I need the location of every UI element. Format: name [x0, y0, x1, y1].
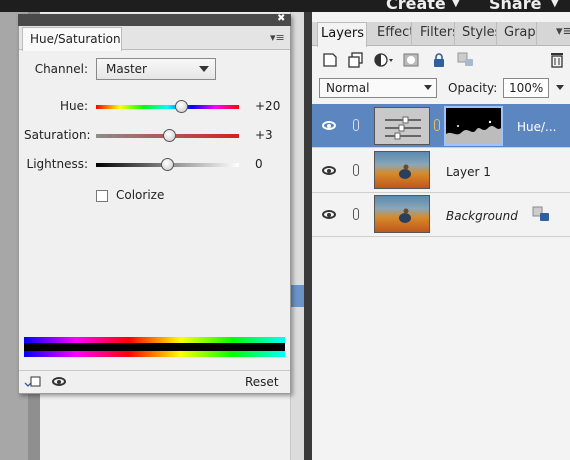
lightness-label: Lightness: [26, 157, 88, 171]
tab-effects[interactable]: Effect [374, 22, 412, 46]
channel-label: Channel: [34, 62, 88, 76]
mask-thumbnail[interactable] [444, 106, 503, 146]
chevron-down-icon[interactable] [424, 85, 432, 90]
layer-row-layer-1[interactable] [312, 149, 570, 193]
hue-label: Hue: [59, 99, 88, 113]
color-spectrum-divider [24, 343, 285, 351]
panel-menu-icon[interactable]: ▾≡ [270, 31, 285, 44]
link-icon[interactable] [353, 208, 359, 220]
tab-filters[interactable]: Filters [417, 22, 455, 46]
panel-divider[interactable] [304, 12, 312, 460]
duplicate-layer-icon[interactable] [348, 52, 364, 68]
reset-button[interactable]: Reset [245, 375, 279, 389]
lock-icon [532, 206, 550, 222]
opacity-field[interactable]: 100% [503, 78, 549, 98]
colorize-label[interactable]: Colorize [116, 188, 164, 202]
blend-mode-select[interactable]: Normal [319, 78, 437, 98]
lightness-slider-knob[interactable] [161, 158, 174, 171]
color-spectrum-bottom [24, 351, 285, 357]
new-layer-icon[interactable] [322, 52, 338, 68]
colorize-checkbox[interactable] [96, 190, 108, 202]
lightness-value[interactable]: 0 [255, 157, 263, 171]
eye-icon[interactable] [322, 121, 336, 130]
channel-select[interactable]: Master [96, 58, 216, 80]
top-bar: Create ▼ Share ▼ [0, 0, 570, 12]
delete-icon[interactable] [549, 51, 565, 68]
chevron-down-icon[interactable] [199, 66, 209, 72]
lock-icon[interactable] [431, 52, 447, 68]
eye-icon[interactable] [322, 166, 336, 175]
workspace-scrollbar[interactable] [290, 12, 304, 460]
link-icon[interactable] [353, 119, 359, 131]
panel-titlebar[interactable] [18, 14, 291, 26]
link-icon[interactable] [353, 164, 359, 176]
adjustment-thumbnail[interactable] [374, 107, 430, 145]
adjustment-layer-icon[interactable] [374, 52, 393, 68]
clip-to-layer-icon[interactable] [24, 376, 42, 388]
workspace-selection-marker [290, 285, 304, 307]
layer-name[interactable]: Layer 1 [446, 165, 491, 179]
chevron-down-icon[interactable] [556, 85, 564, 90]
share-dropdown-arrow-icon[interactable]: ▼ [551, 0, 559, 9]
eye-icon[interactable] [322, 210, 336, 219]
eye-icon[interactable] [52, 377, 66, 386]
tab-hue-saturation[interactable]: Hue/Saturation [22, 27, 122, 51]
hue-value[interactable]: +20 [255, 99, 280, 113]
tab-layers[interactable]: Layers [317, 22, 367, 47]
layer-thumbnail[interactable] [374, 151, 430, 189]
tab-styles[interactable]: Styles [459, 22, 497, 46]
layer-name[interactable]: Hue/... [517, 120, 557, 134]
saturation-label: Saturation: [24, 128, 91, 142]
panel-menu-icon[interactable]: ▾≡ [556, 24, 570, 39]
saturation-value[interactable]: +3 [255, 128, 273, 142]
share-button[interactable]: Share [489, 0, 541, 12]
layer-thumbnail[interactable] [374, 195, 430, 233]
saturation-slider-knob[interactable] [163, 129, 176, 142]
hue-slider[interactable] [96, 105, 239, 109]
hue-slider-knob[interactable] [175, 100, 188, 113]
create-button[interactable]: Create [386, 0, 446, 12]
opacity-label: Opacity: [448, 81, 498, 95]
lock-transparency-icon[interactable] [457, 52, 473, 68]
mask-link-icon[interactable] [434, 119, 440, 131]
close-icon[interactable]: ✖ [277, 13, 285, 24]
tab-graphics[interactable]: Graph [501, 22, 537, 46]
create-dropdown-arrow-icon[interactable]: ▼ [452, 0, 460, 9]
layer-name[interactable]: Background [446, 209, 518, 223]
mask-icon[interactable] [403, 52, 419, 68]
